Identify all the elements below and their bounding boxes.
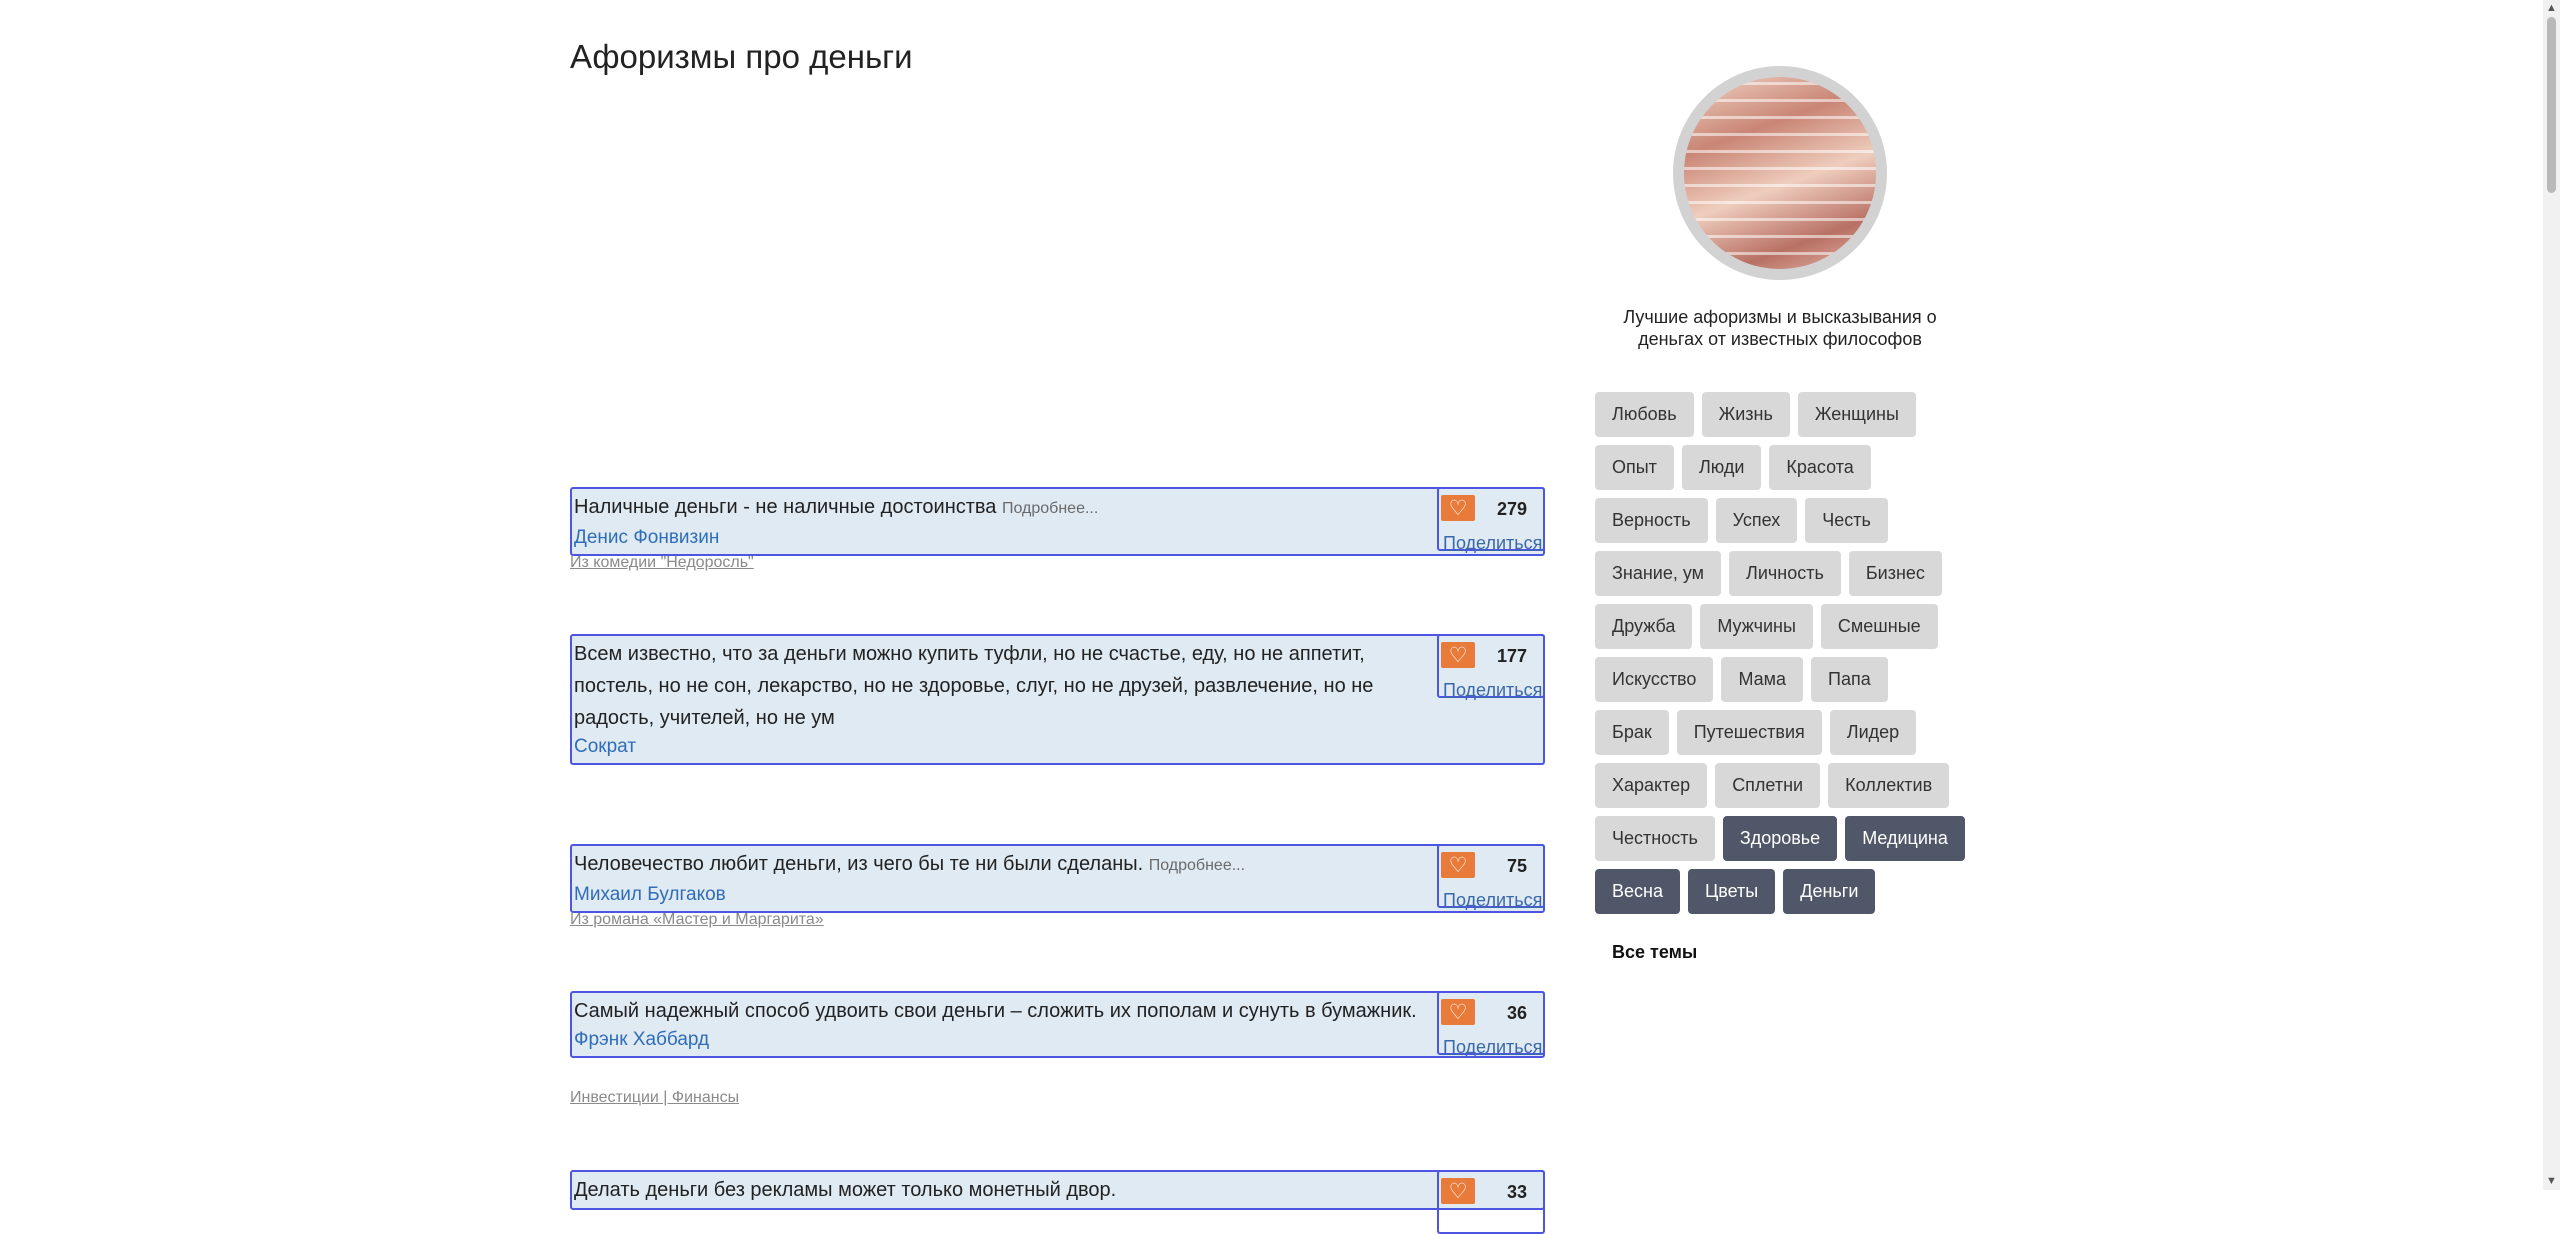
quote-card: Делать деньги без рекламы может только м…: [570, 1170, 1545, 1234]
like-count: 177: [1496, 646, 1527, 666]
tag-pill[interactable]: Лидер: [1829, 710, 1917, 755]
scroll-up-icon[interactable]: ▲: [2546, 3, 2557, 14]
like-panel: ♡ 33: [1437, 1170, 1545, 1234]
like-count: 33: [1506, 1182, 1527, 1202]
like-panel: ♡ 75 Поделиться: [1437, 844, 1545, 911]
tag-pill[interactable]: Искусство: [1595, 657, 1714, 702]
quote-text-body: Человечество любит деньги, из чего бы те…: [574, 853, 1144, 875]
tag-pill[interactable]: Женщины: [1797, 392, 1916, 437]
share-link[interactable]: Поделиться: [1443, 533, 1542, 554]
more-link[interactable]: Подробнее...: [1002, 500, 1098, 517]
quote-text: Человечество любит деньги, из чего бы те…: [572, 846, 1543, 882]
like-panel: ♡ 279 Поделиться: [1437, 487, 1545, 554]
tag-pill[interactable]: Весна: [1595, 869, 1680, 914]
tag-pill[interactable]: Мужчины: [1700, 604, 1813, 649]
tag-pill[interactable]: Верность: [1595, 498, 1708, 543]
author-link[interactable]: Денис Фонвизин: [572, 525, 1543, 554]
tag-pill[interactable]: Красота: [1769, 445, 1871, 490]
quote-text-body: Всем известно, что за деньги можно купит…: [574, 643, 1374, 729]
tag-pill[interactable]: Характер: [1595, 763, 1708, 808]
like-panel: ♡ 177 Поделиться: [1437, 634, 1545, 701]
quote-text-body: Самый надежный способ удвоить свои деньг…: [574, 1000, 1417, 1022]
tag-pill[interactable]: Честь: [1805, 498, 1888, 543]
quote-text: Самый надежный способ удвоить свои деньг…: [572, 993, 1543, 1027]
share-link[interactable]: Поделиться: [1443, 1037, 1542, 1058]
tag-pill[interactable]: Смешные: [1820, 604, 1938, 649]
scroll-thumb[interactable]: [2547, 17, 2556, 193]
more-link[interactable]: Подробнее...: [1149, 857, 1245, 874]
quote-card: Человечество любит деньги, из чего бы те…: [570, 844, 1545, 913]
author-link[interactable]: Фрэнк Хаббард: [572, 1027, 1543, 1056]
share-link[interactable]: Поделиться: [1443, 890, 1542, 911]
quote-text-body: Наличные деньги - не наличные достоинств…: [574, 496, 997, 518]
quote-card: Наличные деньги - не наличные достоинств…: [570, 487, 1545, 556]
tag-pill[interactable]: Люди: [1681, 445, 1762, 490]
tag-pill[interactable]: Опыт: [1595, 445, 1674, 490]
quote-card: Всем известно, что за деньги можно купит…: [570, 634, 1545, 765]
sidebar-description: Лучшие афоризмы и высказывания о деньгах…: [1623, 307, 1937, 349]
like-count: 279: [1496, 499, 1527, 519]
like-panel: ♡ 36 Поделиться: [1437, 991, 1545, 1058]
share-link[interactable]: Поделиться: [1443, 680, 1542, 701]
tag-pill[interactable]: Успех: [1715, 498, 1798, 543]
author-link[interactable]: Михаил Булгаков: [572, 882, 1543, 911]
tag-pill[interactable]: Любовь: [1595, 392, 1694, 437]
tag-pill[interactable]: Дружба: [1595, 604, 1693, 649]
scrollbar[interactable]: ▲ ▼: [2543, 0, 2560, 1190]
tag-pill[interactable]: Знание, ум: [1595, 551, 1722, 596]
sidebar: Лучшие афоризмы и высказывания о деньгах…: [1595, 66, 1965, 963]
quote-text: Всем известно, что за деньги можно купит…: [572, 636, 1543, 734]
tag-pill[interactable]: Цветы: [1687, 869, 1776, 914]
tag-pill[interactable]: Медицина: [1845, 816, 1965, 861]
topic-avatar: [1673, 66, 1887, 280]
heart-icon[interactable]: ♡: [1441, 1178, 1475, 1204]
author-link[interactable]: Сократ: [572, 734, 1543, 763]
heart-icon[interactable]: ♡: [1441, 999, 1475, 1025]
tag-pill[interactable]: Жизнь: [1701, 392, 1790, 437]
tag-pill[interactable]: Папа: [1811, 657, 1888, 702]
source-link[interactable]: Инвестиции | Финансы: [570, 1089, 739, 1107]
tag-pill[interactable]: Сплетни: [1715, 763, 1821, 808]
tag-pill[interactable]: Деньги: [1783, 869, 1876, 914]
tag-pill[interactable]: Бизнес: [1848, 551, 1942, 596]
tag-pill[interactable]: Здоровье: [1722, 816, 1838, 861]
heart-icon[interactable]: ♡: [1441, 495, 1475, 521]
quote-text-body: Делать деньги без рекламы может только м…: [574, 1179, 1117, 1201]
quote-card: Самый надежный способ удвоить свои деньг…: [570, 991, 1545, 1058]
source-link[interactable]: Из комедии "Недоросль": [570, 554, 754, 572]
quote-text: Делать деньги без рекламы может только м…: [572, 1172, 1543, 1206]
heart-icon[interactable]: ♡: [1441, 852, 1475, 878]
like-count: 36: [1506, 1003, 1527, 1023]
heart-icon[interactable]: ♡: [1441, 642, 1475, 668]
tag-pill[interactable]: Брак: [1595, 710, 1669, 755]
tag-pill[interactable]: Честность: [1595, 816, 1715, 861]
tag-list: Любовь Жизнь Женщины Опыт Люди Красота Верност…: [1595, 392, 1965, 914]
scroll-down-icon[interactable]: ▼: [2546, 1176, 2557, 1187]
quote-text: Наличные деньги - не наличные достоинств…: [572, 489, 1543, 525]
all-topics-link[interactable]: Все темы: [1612, 942, 1965, 963]
page-title: Афоризмы про деньги: [570, 38, 913, 75]
like-count: 75: [1506, 856, 1527, 876]
tag-pill[interactable]: Личность: [1729, 551, 1841, 596]
source-link[interactable]: Из романа «Мастер и Маргарита»: [570, 911, 824, 929]
tag-pill[interactable]: Путешествия: [1676, 710, 1822, 755]
money-image: [1684, 77, 1876, 269]
tag-pill[interactable]: Мама: [1721, 657, 1804, 702]
tag-pill[interactable]: Коллектив: [1828, 763, 1950, 808]
